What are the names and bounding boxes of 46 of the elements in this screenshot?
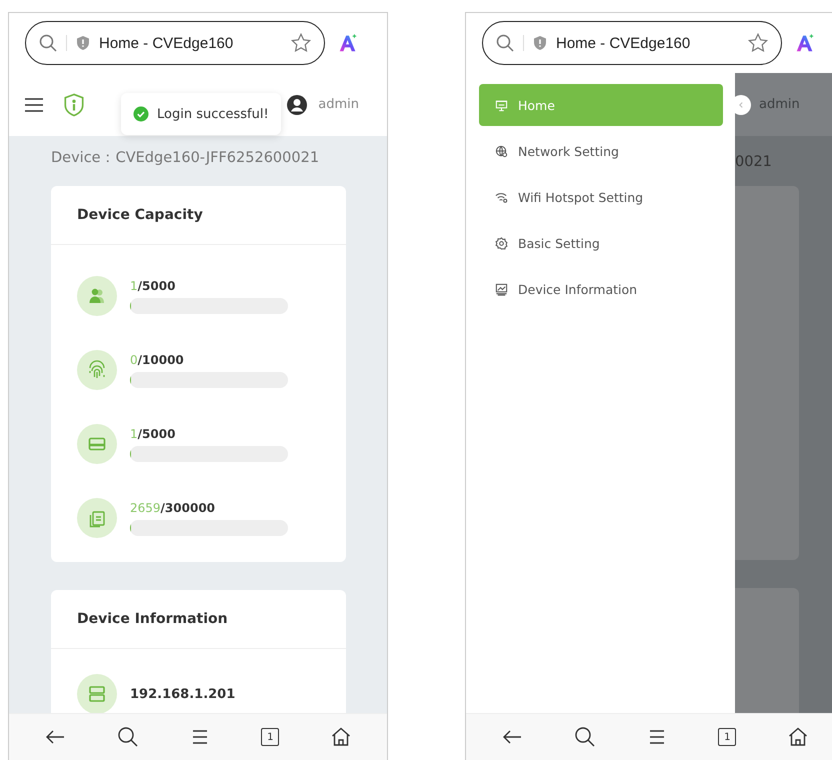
- globe-icon: [495, 144, 508, 158]
- star-icon[interactable]: [290, 32, 312, 54]
- capacity-count: 1/5000: [130, 426, 176, 440]
- card-title: Device Capacity: [51, 186, 346, 245]
- shield-warning-icon[interactable]: [532, 35, 548, 51]
- shield-warning-icon[interactable]: [75, 35, 91, 51]
- monitor-icon: [495, 98, 508, 112]
- search-icon[interactable]: [574, 726, 596, 748]
- capacity-count: 0/10000: [130, 352, 185, 366]
- device-name: Device：CVEdge160-JFF6252600021: [51, 149, 320, 168]
- search-icon[interactable]: [116, 726, 139, 748]
- card-title: Device Information: [51, 590, 346, 649]
- ip-address: 192.168.1.201: [130, 686, 236, 702]
- user-name[interactable]: admin: [318, 97, 359, 112]
- star-icon[interactable]: [747, 32, 769, 54]
- ai-assistant-icon[interactable]: [337, 32, 359, 54]
- user-avatar-icon[interactable]: [286, 94, 308, 116]
- capacity-count: 2659/300000: [130, 500, 216, 514]
- drawer-item[interactable]: Wifi Hotspot Setting: [479, 176, 723, 218]
- home-icon[interactable]: [330, 726, 352, 748]
- capacity-count: 1/5000: [130, 278, 176, 292]
- fingerprint-icon: [77, 350, 117, 390]
- drawer-item[interactable]: Basic Setting: [479, 222, 723, 264]
- toast-message: Login successful!: [157, 106, 269, 122]
- server-icon: [77, 674, 117, 713]
- tabs-button[interactable]: 1: [718, 728, 736, 746]
- address-bar[interactable]: Home - CVEdge160: [482, 21, 782, 65]
- home-icon[interactable]: [786, 726, 809, 748]
- tabs-button[interactable]: 1: [261, 728, 280, 746]
- gear-icon: [495, 236, 508, 250]
- drawer-item[interactable]: Network Setting: [479, 130, 723, 172]
- user-name: admin: [759, 97, 800, 112]
- drawer-item[interactable]: Device Information: [479, 268, 723, 310]
- ai-assistant-icon[interactable]: [794, 32, 816, 54]
- chevron-left-icon: [737, 100, 745, 108]
- chart-screen-icon: [495, 282, 508, 296]
- device-name: 0021: [735, 154, 773, 170]
- address-bar[interactable]: Home - CVEdge160: [25, 21, 325, 65]
- shield-logo-icon: [63, 92, 85, 116]
- page-title: Home - CVEdge160: [99, 34, 234, 52]
- page-title: Home - CVEdge160: [556, 34, 690, 52]
- record-icon: [77, 498, 117, 538]
- card-icon: [77, 424, 117, 464]
- check-circle-icon: [133, 106, 149, 122]
- wifi-icon: [495, 190, 508, 204]
- user-icon: [77, 276, 117, 316]
